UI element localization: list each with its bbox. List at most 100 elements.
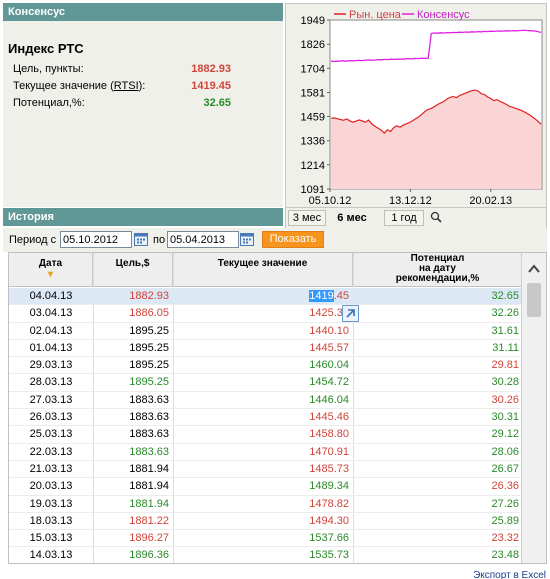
copy-icon[interactable] (342, 305, 359, 322)
row-potential: 30.26 (491, 393, 519, 406)
y-tick-label: 1581 (301, 87, 325, 99)
row-potential: 30.28 (491, 376, 519, 389)
table-row[interactable]: 26.03.13 1883.63 1445.46 30.31 (9, 409, 523, 427)
table-row[interactable]: 03.04.13 1886.05 1425.35 32.26 (9, 305, 523, 323)
table-row[interactable]: 19.03.13 1881.94 1478.82 27.26 (9, 496, 523, 513)
row-potential: 23.48 (491, 549, 519, 562)
row-potential: 32.65 (491, 290, 519, 302)
calendar-icon[interactable] (240, 232, 254, 246)
row-current: 1485.73 (309, 462, 349, 475)
row-date: 27.03.13 (29, 393, 73, 406)
row-current: 1460.04 (309, 359, 349, 372)
table-header: Дата ▾ Цель,$ Текущее значение Потенциал … (9, 253, 523, 287)
table-row[interactable]: 21.03.13 1881.94 1485.73 26.67 (9, 461, 523, 479)
row-current: 1494.30 (309, 514, 349, 527)
table-row[interactable]: 22.03.13 1883.63 1470.91 28.06 (9, 444, 523, 461)
row-current: 1445.46 (309, 411, 349, 424)
table-row[interactable]: 18.03.13 1881.22 1494.30 25.89 (9, 513, 523, 531)
row-potential: 31.11 (492, 341, 519, 354)
history-header: История (3, 208, 283, 226)
calendar-icon[interactable] (134, 232, 148, 246)
table-row[interactable]: 02.04.13 1895.25 1440.10 31.61 (9, 323, 523, 340)
row-date: 20.03.13 (29, 480, 73, 493)
col-target-header[interactable]: Цель,$ (93, 253, 173, 287)
period-6m-button[interactable]: 6 мес (330, 210, 374, 226)
from-label: Период с (9, 234, 57, 246)
row-potential: 29.81 (491, 359, 519, 372)
y-tick-label: 1949 (301, 15, 325, 27)
row-current: 1458.80 (309, 428, 349, 441)
row-target: 1896.27 (129, 532, 169, 545)
x-tick-label: 13.12.12 (389, 195, 432, 207)
row-current: 1440.10 (309, 324, 349, 337)
table-row[interactable]: 29.03.13 1895.25 1460.04 29.81 (9, 357, 523, 375)
table-row[interactable]: 27.03.13 1883.63 1446.04 30.26 (9, 392, 523, 410)
table-row[interactable]: 14.03.13 1896.36 1535.73 23.48 (9, 547, 523, 563)
col-potential-header[interactable]: Потенциал на дату рекомендации,% (353, 253, 523, 287)
row-date: 25.03.13 (29, 428, 73, 441)
target-value: 1882.93 (191, 63, 231, 75)
consensus-panel: Консенсус Индекс РТС Цель, пункты: 1882.… (3, 3, 283, 207)
y-tick-label: 1459 (301, 112, 325, 124)
row-potential: 26.36 (491, 480, 519, 493)
potential-row: Потенциал,%: 32.65 (13, 97, 231, 113)
to-label: по (153, 234, 166, 246)
row-date: 04.04.13 (29, 290, 73, 302)
to-date-input[interactable] (167, 231, 239, 248)
row-date: 28.03.13 (29, 376, 73, 389)
sort-arrow-icon: ▾ (47, 269, 54, 280)
row-date: 19.03.13 (29, 497, 73, 510)
current-row: Текущее значение (RTSI): 1419.45 (13, 80, 231, 96)
row-potential: 31.61 (491, 324, 519, 337)
show-button[interactable]: Показать (262, 231, 324, 248)
row-target: 1895.25 (129, 341, 169, 354)
row-date: 22.03.13 (29, 445, 73, 458)
col-date-header[interactable]: Дата ▾ (9, 253, 93, 287)
row-target: 1883.63 (129, 393, 169, 406)
row-potential: 23.32 (491, 532, 519, 545)
table-body: 04.04.13 1882.93 1419.45 32.65 03.04.13 1886.… (9, 288, 523, 563)
row-potential: 27.26 (491, 497, 519, 510)
current-label: Текущее значение (RTSI): (13, 80, 146, 92)
chart-svg: 1949182617041581145913361214109105.10.12… (301, 9, 543, 207)
row-target: 1883.63 (129, 445, 169, 458)
export-excel-link[interactable]: Экспорт в Excel (473, 570, 546, 579)
vertical-scrollbar[interactable] (521, 253, 546, 563)
row-date: 15.03.13 (29, 532, 73, 545)
table-row[interactable]: 28.03.13 1895.25 1454.72 30.28 (9, 374, 523, 392)
from-date-input[interactable] (60, 231, 132, 248)
col-current-header[interactable]: Текущее значение (173, 253, 353, 287)
row-target: 1895.25 (129, 324, 169, 337)
row-target: 1882.93 (129, 290, 169, 302)
row-target: 1883.63 (129, 411, 169, 424)
table-row[interactable]: 04.04.13 1882.93 1419.45 32.65 (9, 288, 523, 306)
table-row[interactable]: 25.03.13 1883.63 1458.80 29.12 (9, 426, 523, 444)
period-1y-button[interactable]: 1 год (384, 210, 424, 226)
row-potential: 26.67 (491, 462, 519, 475)
row-date: 14.03.13 (29, 549, 73, 562)
potential-value: 32.65 (203, 97, 231, 109)
row-target: 1881.94 (129, 462, 169, 475)
current-value: 1419.45 (191, 80, 231, 92)
table-row[interactable]: 15.03.13 1896.27 1537.66 23.32 (9, 530, 523, 548)
row-target: 1895.25 (129, 359, 169, 372)
row-date: 02.04.13 (29, 324, 73, 337)
target-row: Цель, пункты: 1882.93 (13, 63, 231, 79)
table-row[interactable]: 20.03.13 1881.94 1489.34 26.36 (9, 478, 523, 496)
y-tick-label: 1826 (301, 39, 325, 51)
y-tick-label: 1704 (301, 63, 325, 75)
rtsi-link[interactable]: RTSI (114, 80, 139, 92)
scroll-up-icon[interactable] (526, 261, 542, 277)
row-date: 01.04.13 (29, 341, 73, 354)
period-3m-button[interactable]: 3 мес (288, 210, 326, 226)
scroll-thumb[interactable] (527, 283, 541, 317)
period-filter: Период с по Показать (3, 228, 547, 252)
row-date: 03.04.13 (29, 307, 73, 320)
row-current: 1470.91 (309, 445, 349, 458)
index-title: Индекс РТС (8, 41, 84, 56)
row-date: 26.03.13 (29, 411, 73, 424)
table-row[interactable]: 01.04.13 1895.25 1445.57 31.11 (9, 340, 523, 358)
row-current: 1537.66 (309, 532, 349, 545)
zoom-icon[interactable] (430, 211, 442, 223)
row-target: 1896.36 (129, 549, 169, 562)
